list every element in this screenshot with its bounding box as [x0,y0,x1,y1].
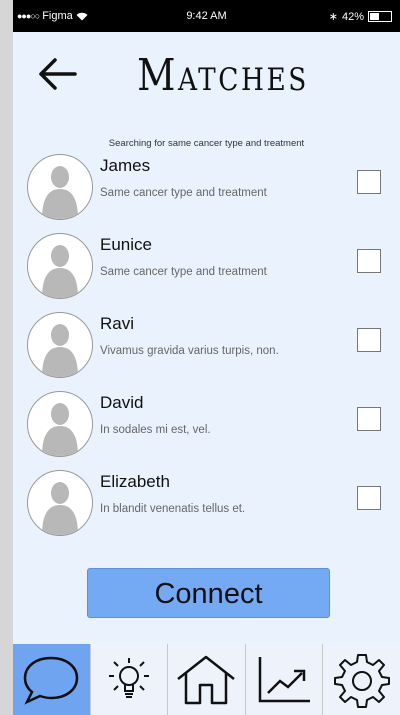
select-checkbox[interactable] [357,486,381,510]
person-silhouette-icon [42,166,78,219]
select-checkbox[interactable] [357,328,381,352]
select-checkbox[interactable] [357,170,381,194]
connect-button[interactable]: Connect [87,568,330,618]
person-silhouette-icon [42,403,78,456]
person-silhouette-icon [42,245,78,298]
match-name: Elizabeth [100,472,170,491]
select-checkbox[interactable] [357,407,381,431]
match-name: David [100,393,144,412]
match-name: James [100,156,151,175]
match-item[interactable]: Elizabeth In blandit venenatis tellus et. [13,464,400,543]
battery-icon [368,11,392,22]
avatar [27,312,93,378]
tab-settings[interactable] [323,644,400,715]
phone-screen: ●●●○○ Figma 9:42 AM ∗ 42% Matches Search… [13,0,400,715]
tab-chat[interactable] [13,644,91,715]
avatar [27,470,93,536]
match-description: Same cancer type and treatment [100,266,267,278]
match-description: In sodales mi est, vel. [100,424,211,436]
status-right: ∗ 42% [329,10,392,23]
match-name: Eunice [100,235,152,254]
avatar [27,391,93,457]
match-list: James Same cancer type and treatment Eunic… [13,148,400,543]
home-icon [177,655,236,704]
status-bar: ●●●○○ Figma 9:42 AM ∗ 42% [13,0,400,32]
gear-icon [333,653,390,708]
bluetooth-icon: ∗ [328,11,338,23]
select-checkbox[interactable] [357,249,381,273]
match-item[interactable]: Eunice Same cancer type and treatment [13,227,400,306]
battery-percent: 42% [341,10,364,23]
page-title: Matches [137,50,309,101]
match-description: Vivamus gravida varius turpis, non. [100,345,279,357]
match-item[interactable]: James Same cancer type and treatment [13,148,400,227]
match-item[interactable]: Ravi Vivamus gravida varius turpis, non. [13,306,400,385]
match-description: In blandit venenatis tellus et. [100,503,246,515]
match-name: Ravi [100,314,135,333]
person-silhouette-icon [42,482,78,535]
tab-ideas[interactable] [91,644,169,715]
avatar [27,154,93,220]
match-item[interactable]: David In sodales mi est, vel. [13,385,400,464]
chat-bubble-icon [24,656,79,705]
tab-progress[interactable] [246,644,324,715]
lightbulb-icon [108,657,149,698]
avatar [27,233,93,299]
match-description: Same cancer type and treatment [100,187,267,199]
trend-chart-icon [258,656,311,702]
tab-home[interactable] [168,644,246,715]
tab-bar [13,644,400,715]
person-silhouette-icon [42,324,78,377]
arrow-left-icon[interactable] [35,52,79,96]
